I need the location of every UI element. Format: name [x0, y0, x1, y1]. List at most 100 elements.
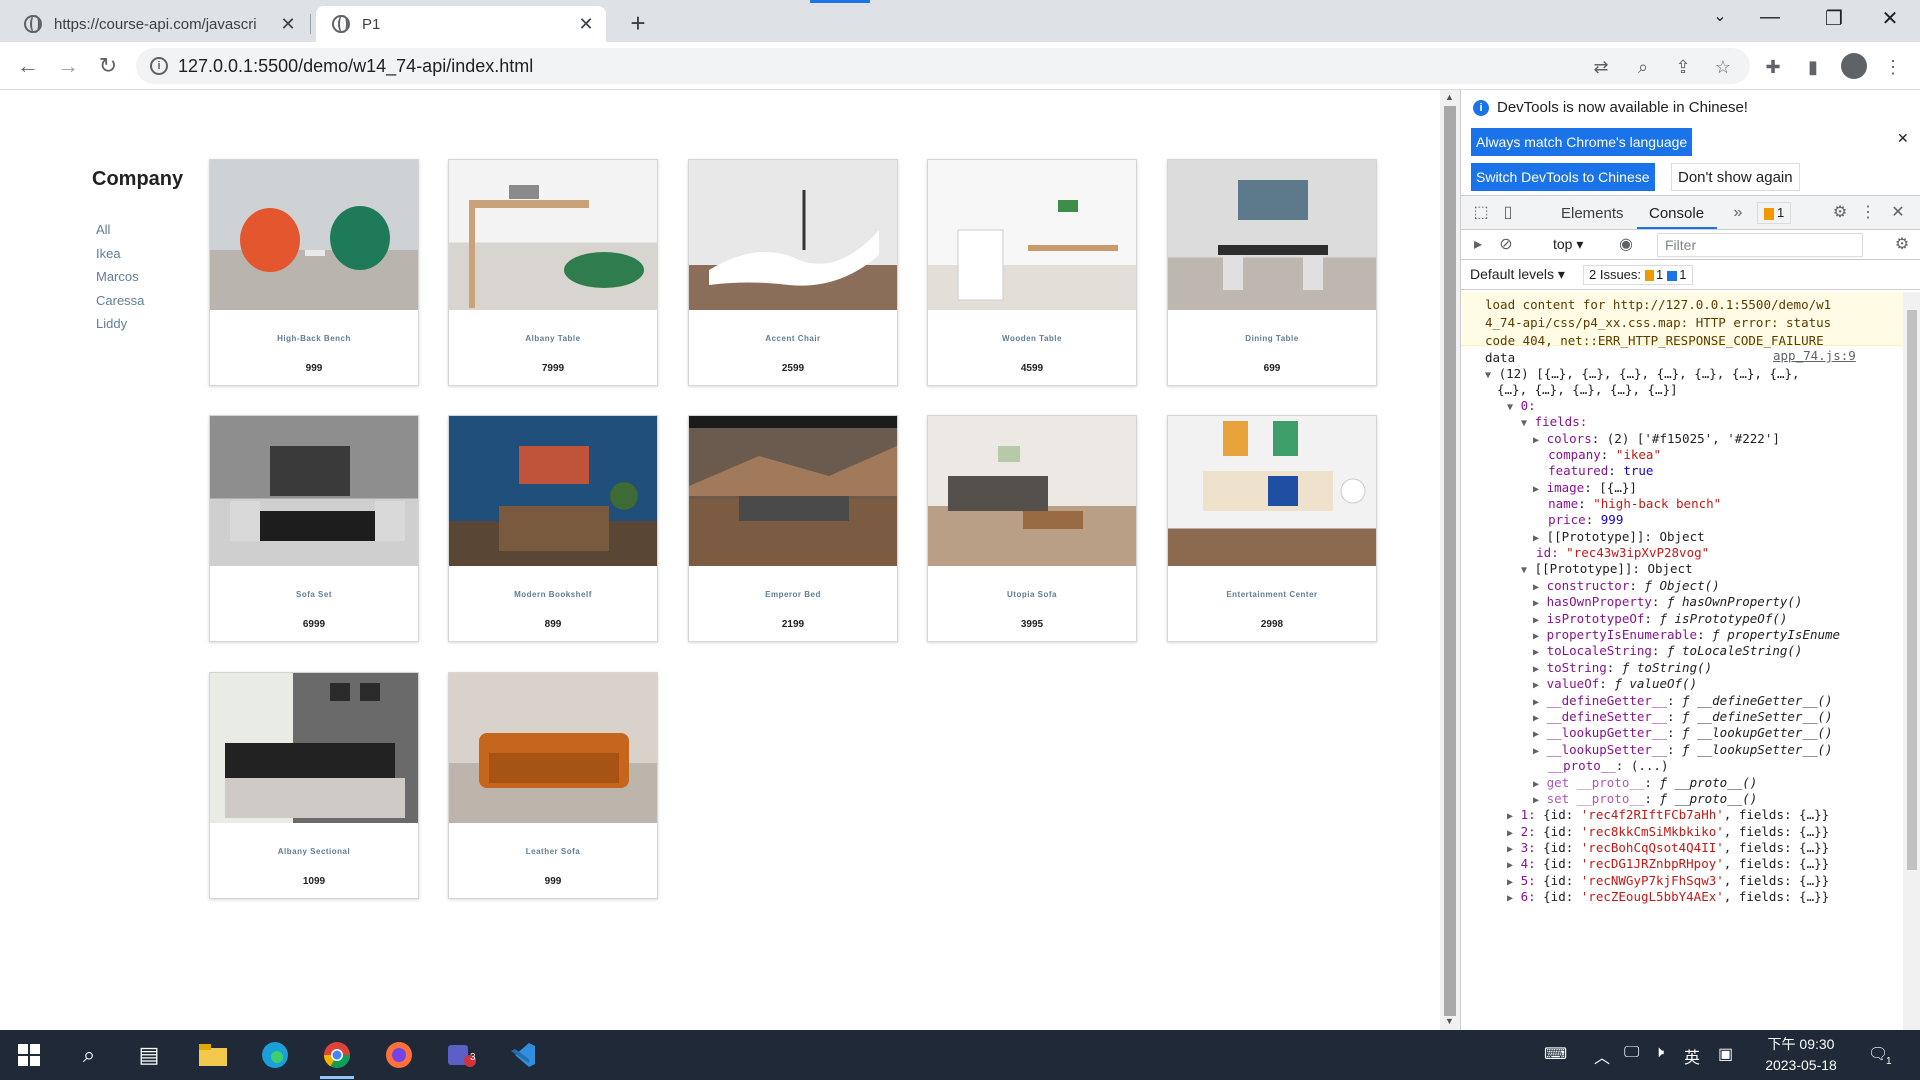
system-clock[interactable]: 下午 09:30 2023-05-18	[1756, 1034, 1846, 1076]
address-bar[interactable]: i 127.0.0.1:5500/demo/w14_74-api/index.h…	[136, 48, 1750, 84]
log-source-link[interactable]: app_74.js:9	[1773, 348, 1856, 363]
dont-show-again-button[interactable]: Don't show again	[1671, 163, 1800, 191]
console-filter-bar: ▸ ⊘ top ▾ ◉ Filter ⚙	[1461, 230, 1920, 260]
close-window-icon[interactable]: ✕	[1870, 6, 1910, 31]
browser-tab-course-api[interactable]: https://course-api.com/javascri ✕	[8, 6, 308, 42]
vscode-icon[interactable]	[506, 1038, 540, 1072]
sidebar-toggle-icon[interactable]: ▸	[1467, 234, 1489, 256]
search-icon[interactable]: ⌕	[72, 1038, 106, 1072]
tab-console[interactable]: Console	[1649, 205, 1704, 222]
tab-elements[interactable]: Elements	[1561, 205, 1624, 222]
company-filter-marcos[interactable]: Marcos	[96, 269, 144, 293]
task-view-icon[interactable]: ▤	[132, 1038, 166, 1072]
company-filter-liddy[interactable]: Liddy	[96, 316, 144, 340]
scroll-down-icon[interactable]: ▼	[1445, 1016, 1454, 1026]
devtools-menu-icon[interactable]: ⋮	[1857, 202, 1879, 224]
console-filter-input[interactable]: Filter	[1657, 233, 1863, 257]
language-banner: i DevTools is now available in Chinese! …	[1461, 90, 1920, 196]
close-tab-icon[interactable]: ✕	[576, 14, 596, 34]
back-icon[interactable]: ←	[14, 52, 42, 80]
menu-kebab-icon[interactable]: ⋮	[1882, 56, 1904, 78]
scrollbar-thumb[interactable]	[1444, 106, 1456, 1016]
company-filter-caressa[interactable]: Caressa	[96, 293, 144, 317]
switch-to-chinese-button[interactable]: Switch DevTools to Chinese	[1471, 163, 1655, 191]
product-card[interactable]: Albany Table 7999	[448, 159, 658, 386]
show-hidden-icons[interactable]: ︿	[1594, 1044, 1610, 1068]
issues-button[interactable]: 2 Issues: 1 1	[1583, 265, 1693, 285]
warnings-badge[interactable]: 1	[1757, 202, 1792, 224]
firefox-icon[interactable]	[382, 1038, 416, 1072]
browser-tab-strip: https://course-api.com/javascri ✕ P1 ✕ +…	[0, 0, 1920, 42]
console-scrollbar[interactable]	[1903, 292, 1920, 1030]
share-icon[interactable]: ⇪	[1672, 56, 1694, 78]
ime-mode-icon[interactable]: ▣	[1718, 1044, 1733, 1064]
product-card[interactable]: Wooden Table 4599	[927, 159, 1137, 386]
company-filter-ikea[interactable]: Ikea	[96, 246, 144, 270]
live-expression-eye-icon[interactable]: ◉	[1615, 234, 1637, 256]
product-card[interactable]: Sofa Set 6999	[209, 415, 419, 642]
product-card[interactable]: Utopia Sofa 3995	[927, 415, 1137, 642]
inspect-element-icon[interactable]: ⬚	[1470, 202, 1492, 224]
close-banner-icon[interactable]: ✕	[1897, 130, 1909, 147]
zoom-icon[interactable]: ⌕	[1632, 56, 1654, 78]
product-card[interactable]: Albany Sectional 1099	[209, 672, 419, 899]
array-item[interactable]: ▶ 6: {id: 'recZEougL5bbY4AEx', fields: {…	[1507, 887, 1829, 907]
product-price: 4599	[1020, 363, 1044, 374]
product-price: 6999	[302, 619, 326, 630]
always-match-language-button[interactable]: Always match Chrome's language	[1471, 128, 1693, 156]
windows-start-icon[interactable]	[12, 1038, 46, 1072]
device-toolbar-icon[interactable]: ▯	[1497, 202, 1519, 224]
product-card[interactable]: Emperor Bed 2199	[688, 415, 898, 642]
product-card[interactable]: Dining Table 699	[1167, 159, 1377, 386]
reload-icon[interactable]: ↻	[94, 52, 122, 80]
close-tab-icon[interactable]: ✕	[278, 14, 298, 34]
new-tab-button[interactable]: +	[624, 8, 652, 39]
clear-console-icon[interactable]: ⊘	[1495, 234, 1517, 256]
log-levels-dropdown[interactable]: Default levels ▾	[1470, 266, 1565, 283]
tab-title: P1	[362, 15, 381, 33]
close-devtools-icon[interactable]: ✕	[1887, 202, 1909, 224]
info-icon: i	[1473, 100, 1489, 116]
browser-tab-p1[interactable]: P1 ✕	[316, 6, 606, 42]
product-card[interactable]: Leather Sofa 999	[448, 672, 658, 899]
teams-notification-badge: 3	[470, 1052, 476, 1063]
bookmark-star-icon[interactable]: ☆	[1712, 56, 1734, 78]
console-settings-icon[interactable]: ⚙	[1891, 234, 1913, 256]
page-scrollbar[interactable]: ▲ ▼	[1440, 90, 1460, 1030]
translate-icon[interactable]: ⇄	[1590, 56, 1612, 78]
profile-avatar[interactable]	[1841, 53, 1867, 79]
console-output: load content for http://127.0.0.1:5500/d…	[1461, 292, 1903, 1030]
product-card[interactable]: Accent Chair 2599	[688, 159, 898, 386]
chrome-browser-icon[interactable]	[320, 1038, 354, 1079]
product-card[interactable]: Modern Bookshelf 899	[448, 415, 658, 642]
keyboard-layout-icon[interactable]: ⌨	[1544, 1044, 1567, 1064]
extensions-icon[interactable]: ✚	[1762, 56, 1784, 78]
tab-search-icon[interactable]: ⌄	[1700, 6, 1740, 26]
globe-icon	[332, 15, 350, 33]
url-text[interactable]: 127.0.0.1:5500/demo/w14_74-api/index.htm…	[178, 56, 533, 77]
restore-icon[interactable]: ❐	[1814, 6, 1854, 31]
edge-browser-icon[interactable]	[258, 1038, 292, 1072]
teams-icon[interactable]: 3	[444, 1038, 478, 1072]
product-card[interactable]: High-Back Bench 999	[209, 159, 419, 386]
file-explorer-icon[interactable]	[196, 1038, 230, 1072]
clock-date: 2023-05-18	[1765, 1057, 1837, 1073]
volume-muted-icon[interactable]: 🕨	[1654, 1044, 1664, 1062]
site-info-icon[interactable]: i	[150, 57, 168, 75]
network-icon[interactable]: 🖵	[1624, 1044, 1639, 1062]
scrollbar-thumb[interactable]	[1907, 310, 1917, 870]
minimize-icon[interactable]: —	[1750, 6, 1790, 29]
ime-indicator[interactable]: 英	[1684, 1044, 1700, 1068]
product-price: 999	[305, 363, 323, 374]
side-panel-icon[interactable]: ▮	[1802, 56, 1824, 78]
forward-icon[interactable]: →	[54, 52, 82, 80]
settings-gear-icon[interactable]: ⚙	[1829, 202, 1851, 224]
globe-icon	[24, 15, 42, 33]
scroll-up-icon[interactable]: ▲	[1445, 92, 1454, 102]
company-filter-all[interactable]: All	[96, 222, 144, 246]
product-card[interactable]: Entertainment Center 2998	[1167, 415, 1377, 642]
more-tabs-icon[interactable]: »	[1727, 202, 1749, 224]
context-selector[interactable]: top ▾	[1553, 236, 1583, 253]
console-warning-message: load content for http://127.0.0.1:5500/d…	[1461, 292, 1903, 348]
product-name: High-Back Bench	[277, 334, 351, 343]
